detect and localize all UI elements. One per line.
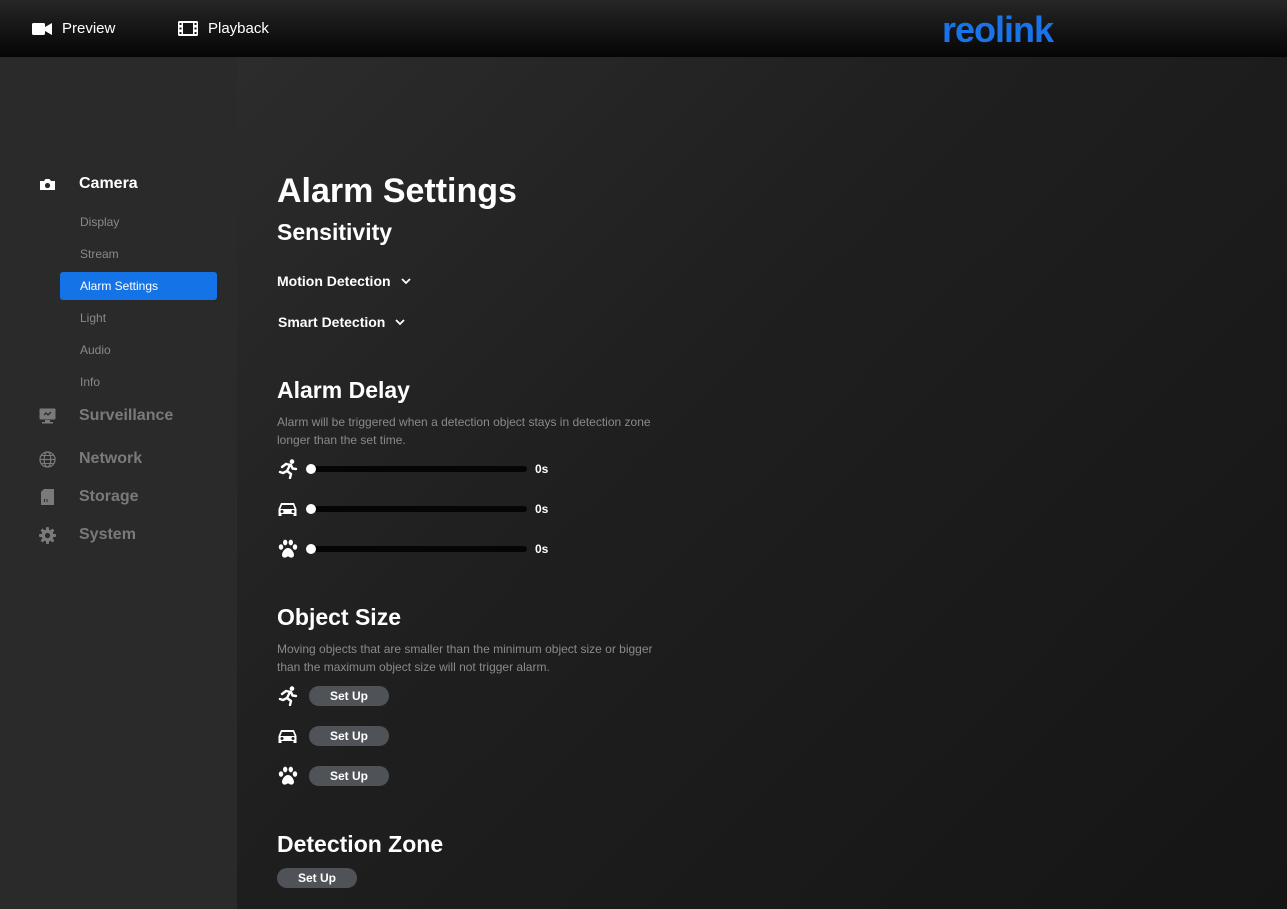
sidebar-section-system-label: System: [79, 526, 136, 543]
sidebar-section-surveillance[interactable]: Surveillance: [38, 407, 173, 425]
nav-playback[interactable]: Playback: [178, 0, 269, 57]
globe-icon: [38, 450, 56, 468]
person-running-icon: [277, 459, 298, 480]
alarm-delay-person-value: 0s: [535, 462, 549, 476]
sidebar-section-camera-label: Camera: [79, 175, 138, 192]
person-running-icon: [277, 686, 298, 707]
sidebar-item-light[interactable]: Light: [60, 304, 217, 332]
alarm-delay-vehicle-value: 0s: [535, 502, 549, 516]
paw-icon: [277, 539, 298, 560]
chevron-down-icon: [400, 277, 411, 284]
sidebar-item-alarm-settings[interactable]: Alarm Settings: [60, 272, 217, 300]
motion-detection-label: Motion Detection: [277, 273, 391, 289]
alarm-delay-animal-row: 0s: [277, 537, 548, 561]
reolink-logo: reolink: [942, 10, 1056, 50]
detection-zone-setup-button[interactable]: Set Up: [277, 868, 357, 888]
object-size-vehicle-row: Set Up: [277, 724, 389, 748]
object-size-person-row: Set Up: [277, 684, 389, 708]
object-size-heading: Object Size: [277, 604, 401, 630]
sidebar-section-camera[interactable]: Camera: [38, 175, 138, 193]
sensitivity-heading: Sensitivity: [277, 219, 393, 245]
main-content: Alarm Settings Sensitivity Motion Detect…: [237, 57, 1287, 909]
alarm-delay-person-slider[interactable]: [306, 464, 527, 474]
sidebar: Camera Display Stream Alarm Settings Lig…: [0, 57, 237, 909]
alarm-delay-vehicle-row: 0s: [277, 497, 548, 521]
sidebar-section-storage-label: Storage: [79, 488, 139, 505]
nav-playback-label: Playback: [208, 20, 269, 37]
alarm-delay-description: Alarm will be triggered when a detection…: [277, 413, 667, 449]
object-size-description-line-1: Moving objects that are smaller than the…: [277, 642, 653, 656]
monitor-icon: [38, 407, 56, 425]
alarm-delay-heading: Alarm Delay: [277, 377, 410, 403]
slider-thumb[interactable]: [306, 504, 316, 514]
alarm-delay-description-line-2: longer than the set time.: [277, 433, 406, 447]
car-icon: [277, 726, 298, 747]
alarm-delay-person-row: 0s: [277, 457, 548, 481]
sidebar-item-info[interactable]: Info: [60, 368, 217, 396]
sidebar-section-network[interactable]: Network: [38, 450, 142, 468]
object-size-description-line-2: than the maximum object size will not tr…: [277, 660, 550, 674]
nav-preview-label: Preview: [62, 20, 116, 37]
smart-detection-label: Smart Detection: [278, 314, 386, 330]
object-size-description: Moving objects that are smaller than the…: [277, 640, 667, 676]
svg-text:reolink: reolink: [942, 10, 1055, 50]
sidebar-section-system[interactable]: System: [38, 526, 136, 544]
object-size-person-setup-button[interactable]: Set Up: [309, 686, 389, 706]
chevron-down-icon: [395, 318, 405, 325]
alarm-delay-animal-value: 0s: [535, 542, 549, 556]
alarm-delay-vehicle-slider[interactable]: [306, 504, 527, 514]
nav-preview[interactable]: Preview: [32, 0, 115, 57]
detection-zone-heading: Detection Zone: [277, 831, 444, 857]
top-bar: Preview Playback reolink: [0, 0, 1287, 57]
motion-detection-dropdown[interactable]: Motion Detection: [277, 273, 411, 289]
slider-thumb[interactable]: [306, 464, 316, 474]
gear-icon: [38, 526, 56, 544]
sidebar-item-audio[interactable]: Audio: [60, 336, 217, 364]
object-size-animal-row: Set Up: [277, 764, 389, 788]
alarm-delay-description-line-1: Alarm will be triggered when a detection…: [277, 415, 651, 429]
video-camera-icon: [32, 22, 52, 35]
sidebar-item-display[interactable]: Display: [60, 208, 217, 236]
alarm-delay-animal-slider[interactable]: [306, 544, 527, 554]
page-title: Alarm Settings: [277, 172, 517, 210]
car-icon: [277, 499, 298, 520]
sidebar-item-stream[interactable]: Stream: [60, 240, 217, 268]
object-size-animal-setup-button[interactable]: Set Up: [309, 766, 389, 786]
sidebar-section-surveillance-label: Surveillance: [79, 407, 174, 424]
camera-icon: [38, 175, 56, 193]
smart-detection-dropdown[interactable]: Smart Detection: [278, 314, 405, 330]
film-icon: [178, 21, 198, 36]
sidebar-section-network-label: Network: [79, 450, 143, 467]
slider-thumb[interactable]: [306, 544, 316, 554]
object-size-vehicle-setup-button[interactable]: Set Up: [309, 726, 389, 746]
sd-card-icon: [38, 488, 56, 506]
paw-icon: [277, 766, 298, 787]
sidebar-section-storage[interactable]: Storage: [38, 488, 139, 506]
